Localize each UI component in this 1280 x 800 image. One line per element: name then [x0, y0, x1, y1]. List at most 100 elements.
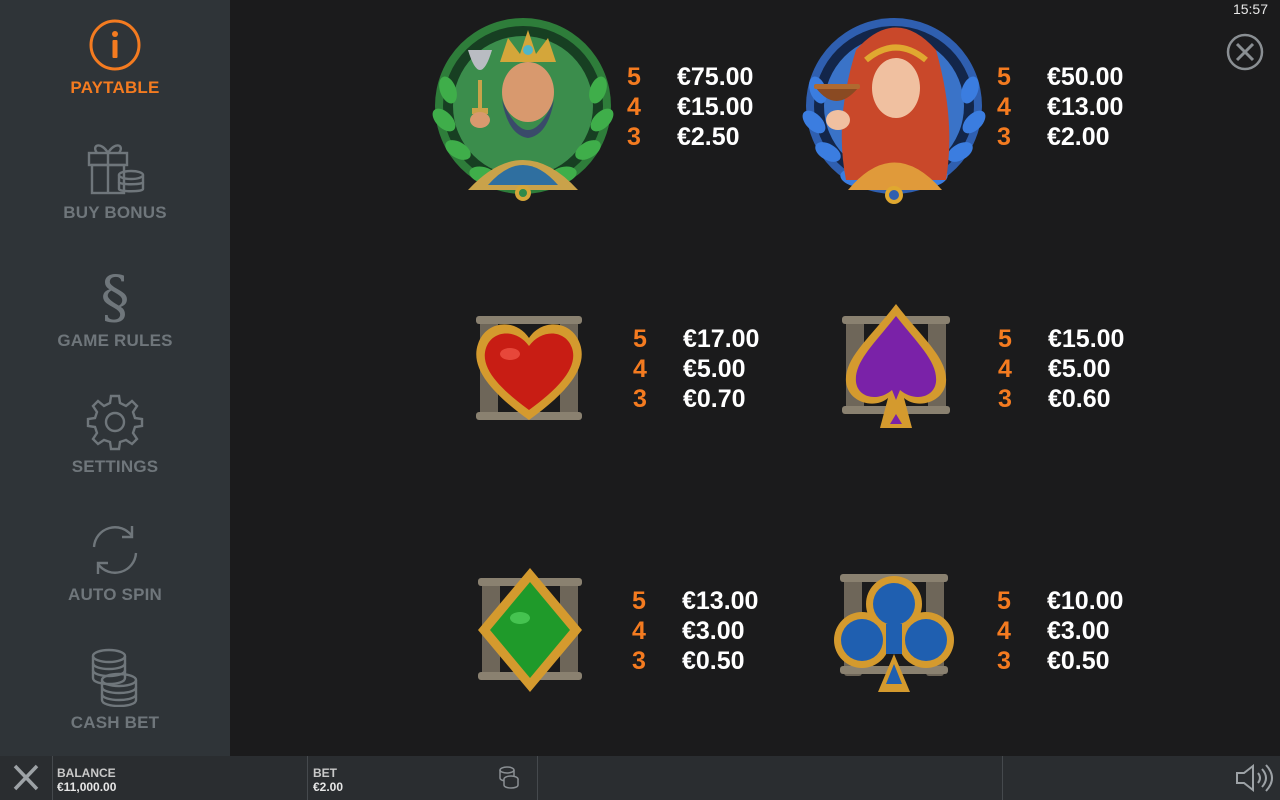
section-sign-icon: §	[101, 265, 130, 325]
pay-value: €5.00	[683, 355, 746, 383]
pay-row: 5 €75.00	[627, 62, 753, 92]
sidebar-item-auto-spin[interactable]: AUTO SPIN	[0, 521, 230, 605]
pay-count: 5	[998, 325, 1012, 353]
pay-row: 4 €5.00	[998, 354, 1124, 384]
pay-value: €13.00	[1047, 93, 1124, 121]
sidebar-item-label: CASH BET	[70, 713, 160, 732]
bottom-bar: BALANCE €11,000.00 BET €2.00	[0, 756, 1280, 800]
gift-coins-icon	[87, 144, 145, 195]
pay-count: 3	[998, 385, 1012, 413]
pay-row: 3 €2.50	[627, 122, 753, 152]
diamond-symbol-icon	[478, 568, 582, 692]
divider	[1002, 756, 1003, 800]
sidebar-item-game-rules[interactable]: § GAME RULES	[0, 265, 230, 351]
pay-count: 4	[633, 355, 647, 383]
pay-value: €3.00	[682, 617, 745, 645]
pay-row: 5 €10.00	[997, 586, 1123, 616]
paytable-king-pays: 5 €75.00 4 €15.00 3 €2.50	[627, 62, 753, 152]
sidebar-item-label: GAME RULES	[57, 331, 173, 350]
paytable-heart-pays: 5 €17.00 4 €5.00 3 €0.70	[633, 324, 759, 414]
pay-row: 3 €2.00	[997, 122, 1123, 152]
close-game-icon[interactable]	[0, 756, 52, 800]
pay-row: 4 €13.00	[997, 92, 1123, 122]
sidebar-item-label: PAYTABLE	[70, 78, 160, 97]
balance-label: BALANCE	[57, 766, 116, 780]
sidebar-menu: PAYTABLE BUY BONUS § GAME RULES SETTINGS	[0, 0, 230, 756]
pay-count: 5	[627, 63, 641, 91]
pay-count: 4	[997, 617, 1011, 645]
pay-count: 3	[997, 647, 1011, 675]
pay-value: €3.00	[1047, 617, 1110, 645]
pay-row: 3 €0.60	[998, 384, 1124, 414]
pay-value: €17.00	[683, 325, 760, 353]
sidebar-item-label: BUY BONUS	[63, 203, 167, 222]
pay-row: 5 €13.00	[632, 586, 758, 616]
pay-count: 4	[998, 355, 1012, 383]
king-symbol-icon	[432, 18, 614, 201]
pay-row: 4 €15.00	[627, 92, 753, 122]
sidebar-item-label: SETTINGS	[71, 457, 159, 476]
paytable-queen-pays: 5 €50.00 4 €13.00 3 €2.00	[997, 62, 1123, 152]
close-icon[interactable]	[1226, 33, 1264, 71]
divider	[52, 756, 53, 800]
sidebar-item-paytable[interactable]: PAYTABLE	[0, 18, 230, 98]
gear-icon	[86, 394, 144, 451]
pay-value: €50.00	[1047, 63, 1124, 91]
balance-value: €11,000.00	[57, 780, 117, 794]
bet-value: €2.00	[313, 780, 344, 794]
pay-count: 5	[632, 587, 646, 615]
bet-label: BET	[313, 766, 337, 780]
pay-row: 4 €3.00	[632, 616, 758, 646]
pay-value: €5.00	[1048, 355, 1111, 383]
pay-count: 4	[997, 93, 1011, 121]
pay-value: €0.60	[1048, 385, 1111, 413]
pay-value: €0.50	[682, 647, 745, 675]
pay-value: €13.00	[682, 587, 759, 615]
sidebar-item-label: AUTO SPIN	[67, 585, 163, 604]
club-symbol-icon	[834, 574, 954, 692]
pay-count: 5	[997, 587, 1011, 615]
divider	[307, 756, 308, 800]
pay-count: 3	[997, 123, 1011, 151]
pay-count: 4	[632, 617, 646, 645]
coin-stack-icon[interactable]	[498, 765, 520, 789]
heart-symbol-icon	[476, 316, 582, 420]
sidebar-item-buy-bonus[interactable]: BUY BONUS	[0, 137, 230, 223]
pay-row: 5 €15.00	[998, 324, 1124, 354]
pay-count: 3	[633, 385, 647, 413]
pay-value: €0.50	[1047, 647, 1110, 675]
pay-value: €2.50	[677, 123, 740, 151]
paytable-diamond-pays: 5 €13.00 4 €3.00 3 €0.50	[632, 586, 758, 676]
pay-value: €0.70	[683, 385, 746, 413]
sound-icon[interactable]	[1234, 764, 1274, 792]
pay-value: €15.00	[677, 93, 754, 121]
queen-symbol-icon	[802, 18, 986, 204]
pay-row: 4 €3.00	[997, 616, 1123, 646]
pay-value: €15.00	[1048, 325, 1125, 353]
sidebar-item-cash-bet[interactable]: CASH BET	[0, 647, 230, 733]
pay-row: 3 €0.70	[633, 384, 759, 414]
paytable-spade-pays: 5 €15.00 4 €5.00 3 €0.60	[998, 324, 1124, 414]
divider	[537, 756, 538, 800]
refresh-icon	[92, 526, 138, 574]
pay-value: €2.00	[1047, 123, 1110, 151]
pay-row: 3 €0.50	[997, 646, 1123, 676]
svg-text:§: §	[101, 265, 130, 325]
pay-row: 4 €5.00	[633, 354, 759, 384]
paytable-club-pays: 5 €10.00 4 €3.00 3 €0.50	[997, 586, 1123, 676]
pay-count: 5	[633, 325, 647, 353]
pay-row: 3 €0.50	[632, 646, 758, 676]
sidebar-item-settings[interactable]: SETTINGS	[0, 393, 230, 477]
clock: 15:57	[1232, 1, 1268, 17]
pay-count: 4	[627, 93, 641, 121]
pay-count: 3	[632, 647, 646, 675]
pay-row: 5 €50.00	[997, 62, 1123, 92]
pay-row: 5 €17.00	[633, 324, 759, 354]
coin-stack-icon	[91, 648, 138, 707]
pay-count: 3	[627, 123, 641, 151]
pay-value: €10.00	[1047, 587, 1124, 615]
pay-count: 5	[997, 63, 1011, 91]
pay-value: €75.00	[677, 63, 754, 91]
info-icon	[89, 19, 141, 71]
spade-symbol-icon	[842, 304, 950, 428]
